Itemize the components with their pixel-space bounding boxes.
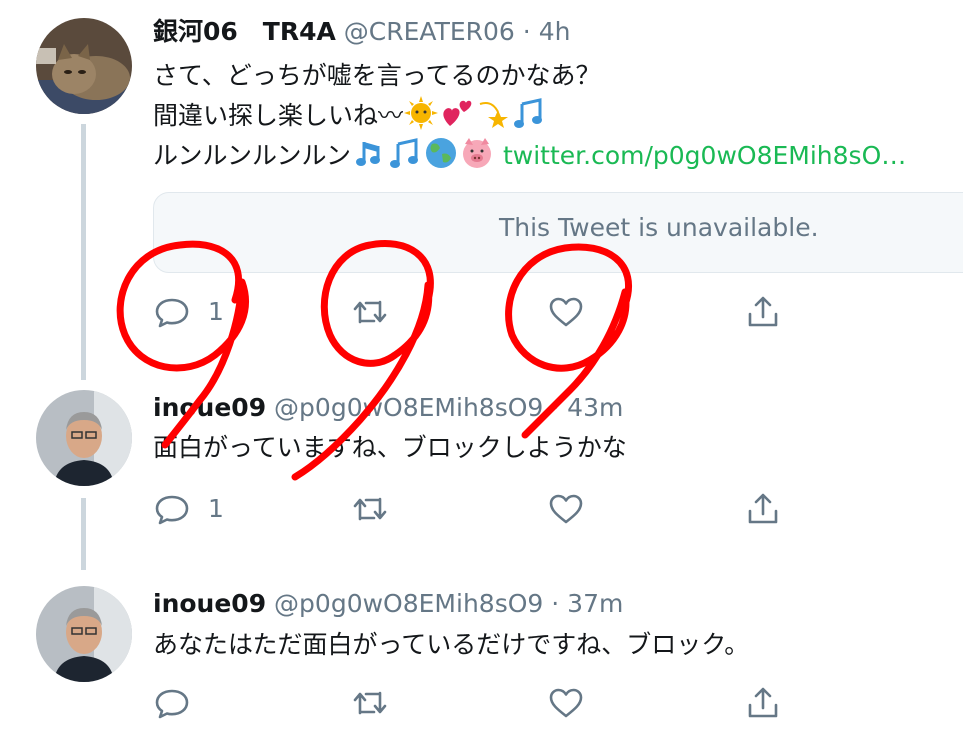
share-button[interactable] [743,489,783,529]
sun-emoji-icon [404,96,439,130]
tweet-header: 銀河06 TR4A @CREATER06 · 4h [153,16,570,48]
pig-face-emoji-icon [463,138,492,168]
separator-dot: · [522,17,531,46]
avatar-inoue09[interactable] [36,390,132,486]
reply-button[interactable] [152,683,192,723]
tweet-2[interactable]: inoue09 @p0g0wO8EMih8sO9 · 43m 面白がっていますね… [0,380,963,570]
share-icon [748,687,778,718]
unavailable-text: This Tweet is unavailable. [499,213,819,242]
retweet-icon [353,300,387,324]
user-handle[interactable]: @p0g0wO8EMih8sO9 [274,393,543,422]
music-note-emoji-icon [356,142,381,166]
quoted-tweet-unavailable[interactable]: This Tweet is unavailable. [153,192,963,273]
tweet-text: 面白がっていますね、ブロックしようかな [153,433,627,462]
timestamp[interactable]: 37m [567,589,623,618]
reply-button[interactable] [152,292,192,332]
share-button[interactable] [743,683,783,723]
timestamp[interactable]: 43m [567,393,623,422]
tweet-header: inoue09 @p0g0wO8EMih8sO9 · 43m [153,392,623,424]
share-button[interactable] [743,292,783,332]
retweet-button[interactable] [350,489,390,529]
like-button[interactable] [546,292,586,332]
separator-dot: · [551,393,560,422]
tweet-1[interactable]: 銀河06 TR4A @CREATER06 · 4h さて、どっちが嘘を言ってるの… [0,0,963,380]
share-icon [748,296,778,327]
timestamp[interactable]: 4h [539,17,571,46]
reply-icon [155,298,189,328]
tweet-link[interactable]: twitter.com/p0g0wO8EMih8sO… [503,141,906,170]
retweet-icon [353,691,387,715]
tweet-line-1: さて、どっちが嘘を言ってるのかなあ？ [153,61,601,90]
reply-count: 1 [208,297,224,326]
display-name[interactable]: inoue09 [153,589,266,618]
tweet-text: さて、どっちが嘘を言ってるのかなあ？ 間違い探し楽しいね〰 ルンルンルンルン t… [153,56,906,176]
tweet-header: inoue09 @p0g0wO8EMih8sO9 · 37m [153,588,623,620]
user-handle[interactable]: @p0g0wO8EMih8sO9 [274,589,543,618]
display-name[interactable]: 銀河06 TR4A [153,17,336,46]
tweet-line-2: 間違い探し楽しいね〰 [153,96,906,136]
user-handle[interactable]: @CREATER06 [344,17,515,46]
thread-line [81,124,86,380]
separator-dot: · [551,589,560,618]
globe-emoji-icon [426,138,457,168]
tweet-3[interactable]: inoue09 @p0g0wO8EMih8sO9 · 37m あなたはただ面白が… [0,570,963,736]
heart-icon [549,494,583,524]
avatar-inoue09[interactable] [36,586,132,682]
like-button[interactable] [546,489,586,529]
reply-icon [155,495,189,525]
reply-icon [155,689,189,719]
tweet-text: あなたはただ面白がっているだけですね、ブロック。 [153,630,750,659]
retweet-button[interactable] [350,683,390,723]
share-icon [748,493,778,524]
retweet-button[interactable] [350,292,390,332]
dizzy-star-emoji-icon [479,102,509,128]
like-button[interactable] [546,683,586,723]
reply-button[interactable] [152,489,192,529]
heart-icon [549,297,583,327]
avatar-cat[interactable] [36,18,132,114]
thread-line [81,498,86,570]
music-notes-emoji-icon [390,138,419,168]
display-name[interactable]: inoue09 [153,393,266,422]
tweet-line-3: ルンルンルンルン twitter.com/p0g0wO8EMih8sO… [153,136,906,176]
music-notes-emoji-icon [514,98,543,128]
two-hearts-emoji-icon [443,100,472,126]
heart-icon [549,688,583,718]
retweet-icon [353,497,387,521]
reply-count: 1 [208,494,224,523]
